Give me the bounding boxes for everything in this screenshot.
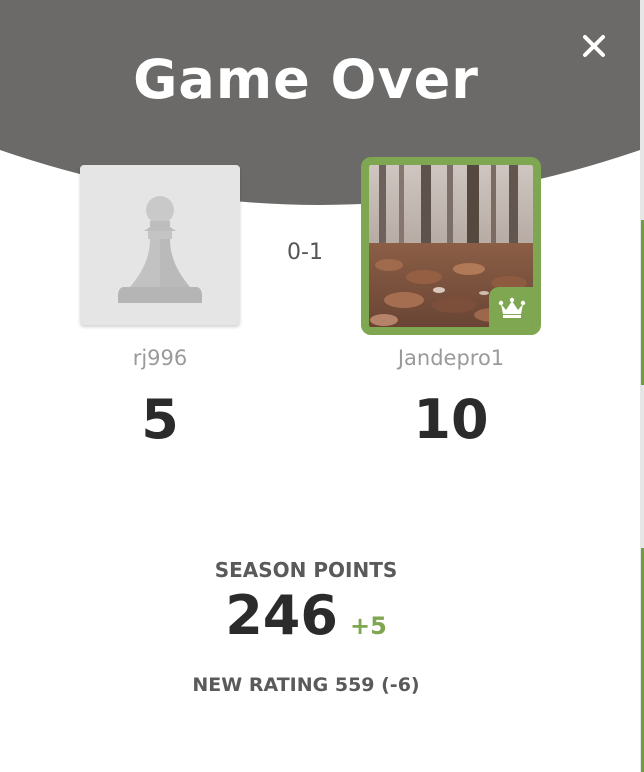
season-points-value: 246 — [225, 584, 338, 647]
background-edge — [640, 0, 644, 772]
player-right-username[interactable]: Jandepro1 — [361, 346, 541, 370]
match-result: 0-1 — [287, 240, 323, 265]
page-title: Game Over — [133, 48, 479, 111]
player-right-score: 10 — [413, 388, 489, 451]
season-points-delta: +5 — [349, 612, 387, 640]
player-left-username[interactable]: rj996 — [80, 346, 240, 370]
player-left-avatar[interactable] — [80, 165, 240, 325]
player-left-score: 5 — [141, 388, 179, 451]
season-points-row: 246 +5 — [0, 584, 612, 647]
close-button[interactable] — [574, 26, 614, 66]
winner-badge — [489, 287, 533, 327]
game-over-modal: Game Over 0-1 rj996 Jandepro1 5 10 SEASO… — [0, 0, 644, 772]
new-rating-text: NEW RATING 559 (-6) — [192, 674, 420, 696]
close-icon — [583, 35, 605, 57]
season-points-label: SEASON POINTS — [214, 558, 398, 582]
crown-icon — [498, 297, 526, 318]
player-right-avatar[interactable] — [361, 157, 541, 335]
pawn-icon — [118, 196, 202, 303]
